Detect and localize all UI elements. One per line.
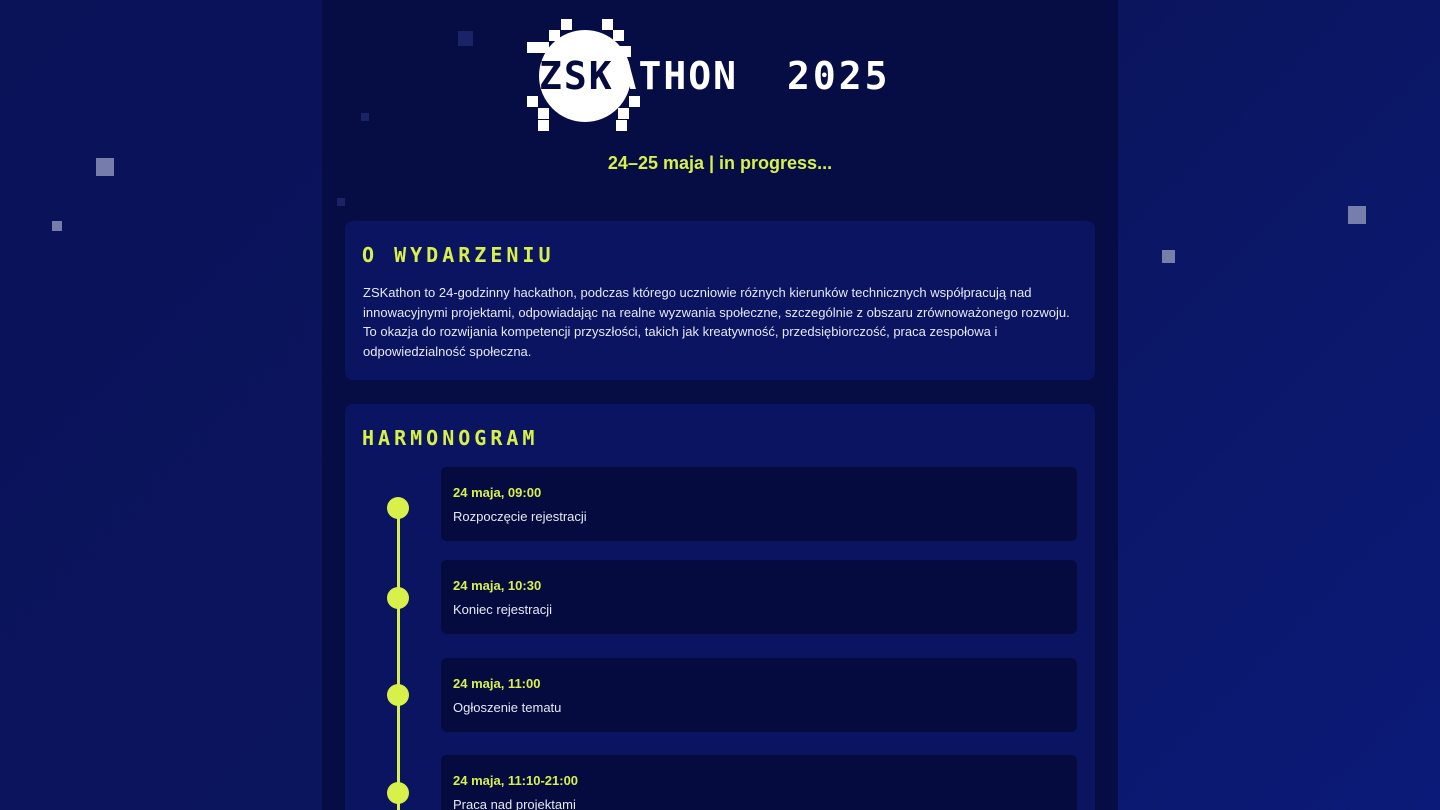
about-text: ZSKathon to 24-godzinny hackathon, podcz… [363, 285, 1070, 359]
logo: ZSKATHON 2025 [525, 16, 925, 136]
schedule-section: HARMONOGRAM 24 maja, 09:00 Rozpoczęcie r… [345, 404, 1095, 810]
logo-pixel [616, 120, 627, 131]
event-subtitle: 24–25 maja | in progress... [607, 153, 833, 173]
logo-wordmark-light: ATHON [613, 54, 739, 98]
logo-pixel [527, 42, 538, 53]
timeline-item-description: Koniec rejestracji [453, 602, 552, 617]
timeline-item-time: 24 maja, 11:10-21:00 [453, 773, 579, 788]
schedule-title: HARMONOGRAM [362, 426, 539, 450]
logo-year: 2025 [787, 54, 891, 98]
timeline-dot [387, 782, 409, 804]
timeline-line [397, 508, 400, 810]
decorative-square [52, 221, 62, 231]
decorative-square [1348, 206, 1366, 224]
timeline-item-time: 24 maja, 09:00 [453, 485, 542, 500]
timeline-dot [387, 497, 409, 519]
timeline-dot [387, 587, 409, 609]
timeline-item: 24 maja, 10:30 Koniec rejestracji [441, 560, 1077, 634]
decorative-square [1162, 250, 1175, 263]
timeline-item-time: 24 maja, 11:00 [453, 676, 541, 691]
logo-pixel [549, 30, 560, 41]
hero-header: ZSKATHON 2025 24–25 maja | in progress..… [322, 0, 1118, 200]
timeline-item-description: Rozpoczęcie rejestracji [453, 509, 587, 524]
timeline-item: 24 maja, 09:00 Rozpoczęcie rejestracji [441, 467, 1077, 541]
timeline-item-time: 24 maja, 10:30 [453, 578, 542, 593]
logo-wordmark: ZSKATHON [539, 54, 738, 98]
logo-pixel [538, 42, 549, 53]
timeline-item: 24 maja, 11:10-21:00 Praca nad projektam… [441, 755, 1077, 810]
logo-pixel [618, 108, 629, 119]
logo-pixel [613, 30, 624, 41]
logo-wordmark-dark: ZSK [539, 54, 614, 98]
decorative-square [96, 158, 114, 176]
logo-pixel [602, 19, 613, 30]
timeline-dot [387, 684, 409, 706]
logo-pixel [538, 120, 549, 131]
main-column: ZSKATHON 2025 24–25 maja | in progress..… [322, 0, 1118, 810]
about-title: O WYDARZENIU [362, 243, 555, 267]
timeline-item-description: Praca nad projektami [453, 797, 576, 810]
timeline-item-description: Ogłoszenie tematu [453, 700, 562, 715]
timeline-item: 24 maja, 11:00 Ogłoszenie tematu [441, 658, 1077, 732]
logo-pixel [538, 108, 549, 119]
logo-pixel [561, 19, 572, 30]
logo-pixel [527, 96, 538, 107]
about-section: O WYDARZENIU ZSKathon to 24-godzinny hac… [345, 221, 1095, 380]
